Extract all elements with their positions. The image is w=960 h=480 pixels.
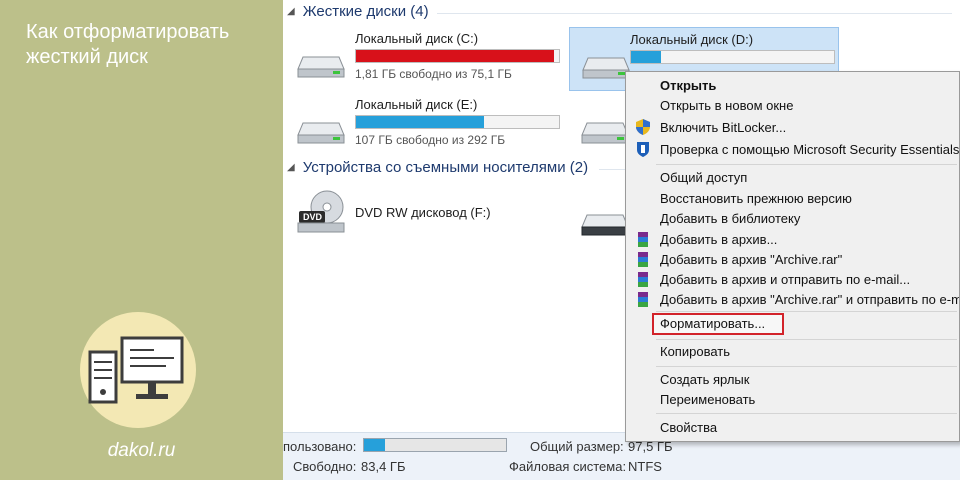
menu-item-open[interactable]: Открыть: [660, 76, 716, 96]
removable-drive-hidden[interactable]: [569, 185, 629, 249]
free-value: 83,4 ГБ: [361, 459, 406, 474]
menu-item-add-archive-rar[interactable]: Добавить в архив "Archive.rar": [660, 250, 842, 270]
winrar-icon: [638, 272, 648, 287]
drive-hidden[interactable]: [569, 93, 629, 157]
site-name: dakol.ru: [107, 440, 176, 461]
group-header-hard-drives[interactable]: ◢ Жесткие диски (4): [287, 3, 957, 20]
winrar-icon: [638, 292, 648, 307]
hard-drive-icon: [297, 56, 345, 78]
security-essentials-icon: [637, 142, 649, 157]
drive-e[interactable]: Локальный диск (E:) 107 ГБ свободно из 2…: [285, 93, 565, 157]
menu-item-create-shortcut[interactable]: Создать ярлык: [660, 370, 749, 390]
menu-item-restore[interactable]: Восстановить прежнюю версию: [660, 189, 852, 209]
drive-free-space: 1,81 ГБ свободно из 75,1 ГБ: [355, 67, 512, 81]
menu-item-format[interactable]: Форматировать...: [652, 313, 784, 335]
drive-name: Локальный диск (D:): [630, 32, 754, 47]
computer-illustration: [80, 312, 196, 428]
computer-icon: [88, 336, 184, 404]
menu-item-copy[interactable]: Копировать: [660, 342, 730, 362]
winrar-icon: [638, 232, 648, 247]
menu-item-mse-scan[interactable]: Проверка с помощью Microsoft Security Es…: [660, 140, 959, 160]
menu-item-properties[interactable]: Свойства: [660, 418, 717, 438]
drive-usage-fill: [631, 51, 662, 63]
menu-separator: [656, 164, 957, 165]
menu-separator: [656, 339, 957, 340]
filesystem-label: Файловая система:: [509, 459, 627, 474]
menu-item-add-archive[interactable]: Добавить в архив...: [660, 230, 777, 250]
shield-icon: [636, 119, 650, 135]
menu-separator: [656, 366, 957, 367]
used-label: пользовано:: [283, 439, 357, 454]
removable-drive-icon: [581, 214, 629, 236]
drive-usage-bar: [630, 50, 835, 64]
menu-item-add-archive-rar-email[interactable]: Добавить в архив "Archive.rar" и отправи…: [660, 290, 959, 310]
free-label: Свободно:: [293, 459, 357, 474]
context-menu: Открыть Открыть в новом окне Включить Bi…: [625, 71, 960, 442]
menu-item-add-archive-email[interactable]: Добавить в архив и отправить по e-mail..…: [660, 270, 910, 290]
menu-item-sharing[interactable]: Общий доступ: [660, 168, 747, 188]
total-label: Общий размер:: [530, 439, 624, 454]
used-space-bar: [363, 438, 507, 452]
drive-name: Локальный диск (C:): [355, 31, 479, 46]
drive-dvd-f[interactable]: DVD DVD RW дисковод (F:): [285, 185, 565, 249]
menu-item-open-new-window[interactable]: Открыть в новом окне: [660, 96, 793, 116]
collapse-triangle-icon[interactable]: ◢: [287, 162, 295, 173]
hard-drive-icon: [582, 57, 630, 79]
group-title: Жесткие диски (4): [302, 3, 429, 20]
banner-title: Как отформатировать жесткий диск: [26, 21, 230, 68]
collapse-triangle-icon[interactable]: ◢: [287, 6, 295, 17]
drive-free-space: 107 ГБ свободно из 292 ГБ: [355, 133, 506, 147]
svg-text:DVD: DVD: [303, 212, 323, 222]
drive-usage-bar: [355, 49, 560, 63]
winrar-icon: [638, 252, 648, 267]
dvd-drive-icon: DVD: [297, 190, 345, 233]
drive-usage-fill: [356, 50, 555, 62]
hard-drive-icon: [297, 122, 345, 144]
hard-drive-icon: [581, 122, 629, 144]
drive-name: DVD RW дисковод (F:): [355, 205, 491, 220]
menu-item-add-library[interactable]: Добавить в библиотеку: [660, 209, 800, 229]
menu-separator: [656, 413, 957, 414]
menu-item-bitlocker[interactable]: Включить BitLocker...: [660, 118, 786, 138]
used-space-fill: [364, 439, 386, 451]
drive-usage-fill: [356, 116, 484, 128]
drive-c[interactable]: Локальный диск (C:) 1,81 ГБ свободно из …: [285, 27, 565, 91]
menu-separator: [656, 311, 957, 312]
group-title: Устройства со съемными носителями (2): [302, 159, 589, 176]
filesystem-value: NTFS: [628, 459, 662, 474]
article-banner: Как отформатировать жесткий диск dakol.r…: [0, 0, 283, 480]
drive-usage-bar: [355, 115, 560, 129]
menu-item-rename[interactable]: Переименовать: [660, 390, 755, 410]
drive-name: Локальный диск (E:): [355, 97, 478, 112]
group-divider: [437, 13, 952, 14]
